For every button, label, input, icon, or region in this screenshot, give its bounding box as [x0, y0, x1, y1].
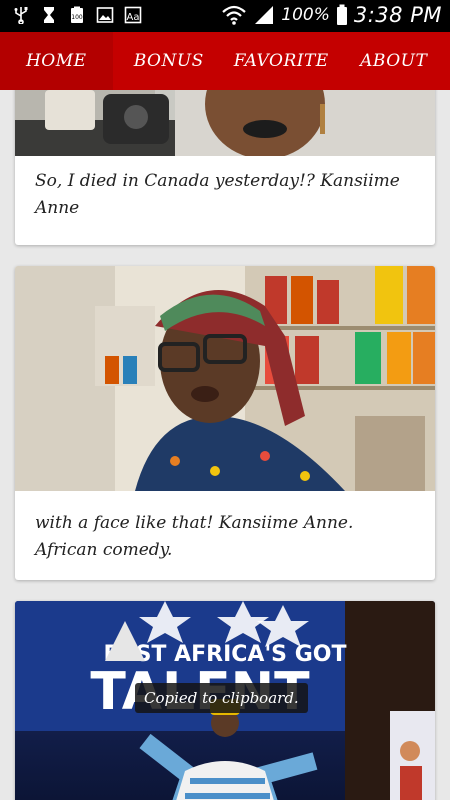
tab-about[interactable]: ABOUT — [338, 32, 450, 90]
top-nav: HOME BONUS FAVORITE ABOUT — [0, 32, 450, 90]
hourglass-icon — [44, 7, 54, 23]
video-card[interactable]: So, I died in Canada yesterday!? Kansiim… — [15, 90, 435, 245]
svg-text:Aa: Aa — [127, 12, 140, 23]
tab-home[interactable]: HOME — [0, 32, 113, 90]
usb-icon — [14, 7, 28, 24]
battery-icon — [336, 4, 347, 25]
video-card[interactable]: with a face like that! Kansiime Anne. Af… — [15, 266, 435, 580]
svg-text:100: 100 — [71, 14, 83, 21]
toast-message: Copied to clipboard. — [135, 683, 308, 713]
video-thumbnail[interactable] — [15, 266, 435, 491]
font-icon: Aa — [124, 6, 142, 24]
status-bar: 100 Aa 100% 3:38 PM — [0, 0, 450, 32]
signal-icon — [255, 6, 274, 24]
image-icon — [96, 7, 114, 23]
video-thumbnail[interactable] — [15, 90, 435, 156]
video-title[interactable]: with a face like that! Kansiime Anne. Af… — [35, 510, 415, 564]
clock: 3:38 PM — [353, 3, 442, 27]
tab-favorite[interactable]: FAVORITE — [225, 32, 338, 90]
tab-bonus[interactable]: BONUS — [113, 32, 226, 90]
battery-percent: 100% — [281, 5, 330, 25]
video-title[interactable]: So, I died in Canada yesterday!? Kansiim… — [35, 168, 415, 222]
wifi-icon — [222, 5, 247, 25]
battery-100-icon: 100 — [71, 6, 83, 23]
